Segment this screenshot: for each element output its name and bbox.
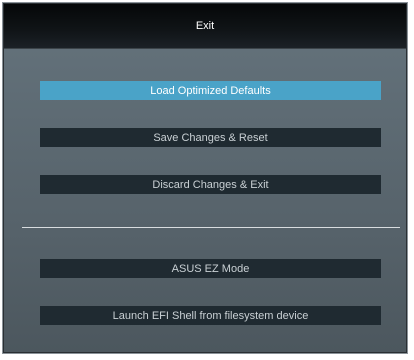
asus-ez-mode-button[interactable]: ASUS EZ Mode — [40, 259, 381, 278]
dialog-body: Load Optimized Defaults Save Changes & R… — [4, 49, 406, 352]
save-changes-reset-button[interactable]: Save Changes & Reset — [40, 128, 381, 147]
menu-separator — [22, 227, 400, 228]
load-optimized-defaults-button[interactable]: Load Optimized Defaults — [40, 81, 381, 100]
discard-changes-exit-button[interactable]: Discard Changes & Exit — [40, 175, 381, 194]
exit-dialog: Exit Load Optimized Defaults Save Change… — [3, 3, 407, 353]
dialog-title-bar: Exit — [4, 4, 406, 49]
dialog-title: Exit — [195, 20, 215, 32]
launch-efi-shell-button[interactable]: Launch EFI Shell from filesystem device — [40, 306, 381, 325]
